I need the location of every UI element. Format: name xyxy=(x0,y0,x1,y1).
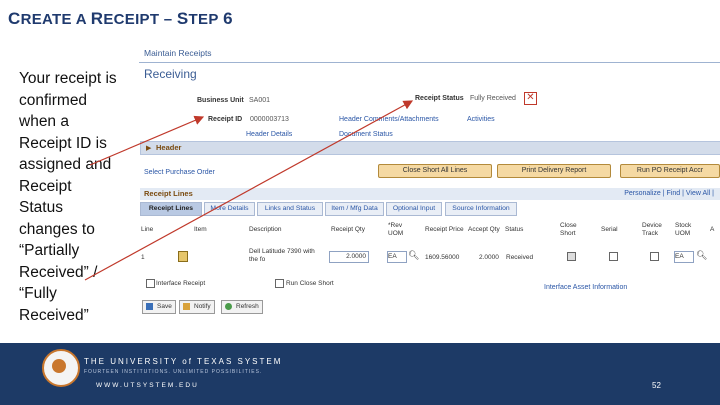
run-close-short-label: Run Close Short xyxy=(286,280,334,287)
grid-tabs: Receipt Lines More Details Links and Sta… xyxy=(140,202,720,216)
tab-links-status[interactable]: Links and Status xyxy=(257,202,323,216)
header-details-link[interactable]: Header Details xyxy=(246,131,292,138)
device-track-checkbox[interactable] xyxy=(650,252,659,261)
notify-button[interactable]: Notify xyxy=(179,300,215,314)
divider xyxy=(139,62,720,63)
receipt-lines-bar: Receipt Lines Personalize | Find | View … xyxy=(140,188,720,200)
col-item: Item xyxy=(194,226,207,233)
close-short-checkbox[interactable] xyxy=(567,252,576,261)
stock-uom-lookup-icon[interactable]: 🔍︎ xyxy=(696,250,707,261)
header-section-bar[interactable]: ▶ Header xyxy=(140,141,720,155)
header-section-title: Header xyxy=(156,143,182,152)
row-accept-qty: 2.0000 xyxy=(479,254,499,261)
stock-uom-input[interactable]: EA xyxy=(674,251,694,263)
peoplesoft-screenshot: Maintain Receipts Receiving Business Uni… xyxy=(139,42,720,342)
receipt-id-value: 0000003713 xyxy=(250,116,289,123)
col-receipt-price: Receipt Price xyxy=(425,226,464,233)
receipt-id-label: Receipt ID xyxy=(208,116,243,123)
collapse-arrow-icon[interactable]: ▶ xyxy=(146,144,151,152)
footer-url[interactable]: WWW.UTSYSTEM.EDU xyxy=(96,382,199,389)
title-part: S xyxy=(176,9,189,28)
close-short-all-button[interactable]: Close Short All Lines xyxy=(378,164,492,178)
title-part: ECEIPT – xyxy=(103,11,177,28)
interface-receipt-checkbox[interactable] xyxy=(146,279,155,288)
refresh-label: Refresh xyxy=(236,303,259,310)
save-button[interactable]: Save xyxy=(142,300,176,314)
rev-uom-input[interactable]: EA xyxy=(387,251,407,263)
university-seal-logo xyxy=(42,349,80,387)
notify-icon xyxy=(183,303,190,310)
footer-org-name: THE UNIVERSITY of TEXAS SYSTEM xyxy=(84,357,283,366)
title-part: 6 xyxy=(223,9,233,28)
col-stock-uom: Stock UOM xyxy=(675,222,692,237)
col-serial: Serial xyxy=(601,226,618,233)
breadcrumb[interactable]: Maintain Receipts xyxy=(144,48,212,58)
refresh-button[interactable]: Refresh xyxy=(221,300,263,314)
business-unit-value: SA001 xyxy=(249,97,271,104)
col-status: Status xyxy=(505,226,524,233)
col-device-track: Device Track xyxy=(642,222,662,237)
slide-title: CREATE A RECEIPT – STEP 6 xyxy=(8,9,233,29)
col-receipt-qty: Receipt Qty xyxy=(331,226,365,233)
title-part: C xyxy=(8,9,21,28)
title-part: REATE A xyxy=(20,11,91,28)
interface-asset-link[interactable]: Interface Asset Information xyxy=(544,284,627,291)
title-part: TEP xyxy=(188,11,219,28)
run-po-receipt-button[interactable]: Run PO Receipt Accr xyxy=(620,164,720,178)
save-icon xyxy=(146,303,153,310)
refresh-icon xyxy=(225,303,232,310)
item-search-icon[interactable] xyxy=(178,251,188,262)
title-part: R xyxy=(90,9,104,28)
page-number: 52 xyxy=(652,381,661,390)
row-description[interactable]: Dell Latitude 7390 with the fo xyxy=(249,248,324,264)
col-line: Line xyxy=(141,226,154,233)
interface-receipt-label: Interface Receipt xyxy=(156,280,206,287)
business-unit-label: Business Unit xyxy=(197,97,244,104)
instruction-caption: Your receipt is confirmed when a Receipt… xyxy=(19,70,117,324)
footer-tagline: FOURTEEN INSTITUTIONS. UNLIMITED POSSIBI… xyxy=(84,369,263,375)
notify-label: Notify xyxy=(194,303,211,310)
document-status-link[interactable]: Document Status xyxy=(339,131,393,138)
page-title: Receiving xyxy=(144,67,197,81)
tab-item-mfg[interactable]: Item / Mfg Data xyxy=(325,202,384,216)
tab-more-details[interactable]: More Details xyxy=(204,202,255,216)
save-label: Save xyxy=(157,303,172,310)
col-close-short: Close Short xyxy=(560,222,577,237)
select-po-link[interactable]: Select Purchase Order xyxy=(144,169,215,176)
run-close-short-checkbox[interactable] xyxy=(275,279,284,288)
col-description: Description xyxy=(249,226,282,233)
row-receipt-price: 1609.56000 xyxy=(425,254,460,261)
receipt-qty-input[interactable]: 2.0000 xyxy=(329,251,369,263)
grid-nav-links[interactable]: Personalize | Find | View All | xyxy=(624,190,714,197)
print-delivery-report-button[interactable]: Print Delivery Report xyxy=(497,164,611,178)
col-a: A xyxy=(710,226,715,233)
col-rev-uom: *Rev UOM xyxy=(388,222,404,237)
receipt-status-value: Fully Received xyxy=(470,95,516,102)
header-comments-link[interactable]: Header Comments/Attachments xyxy=(339,116,439,123)
receipt-lines-title: Receipt Lines xyxy=(144,189,193,198)
serial-checkbox[interactable] xyxy=(609,252,618,261)
row-status: Received xyxy=(506,254,534,261)
tab-receipt-lines[interactable]: Receipt Lines xyxy=(140,202,202,216)
tab-optional-input[interactable]: Optional Input xyxy=(386,202,442,216)
status-x-icon: ✕ xyxy=(524,92,537,105)
receipt-status-label: Receipt Status xyxy=(415,95,464,102)
activities-link[interactable]: Activities xyxy=(467,116,495,123)
tab-source-info[interactable]: Source Information xyxy=(445,202,517,216)
col-accept-qty: Accept Qty xyxy=(468,226,500,233)
row-line: 1 xyxy=(141,254,145,261)
uom-lookup-icon[interactable]: 🔍︎ xyxy=(408,250,419,261)
